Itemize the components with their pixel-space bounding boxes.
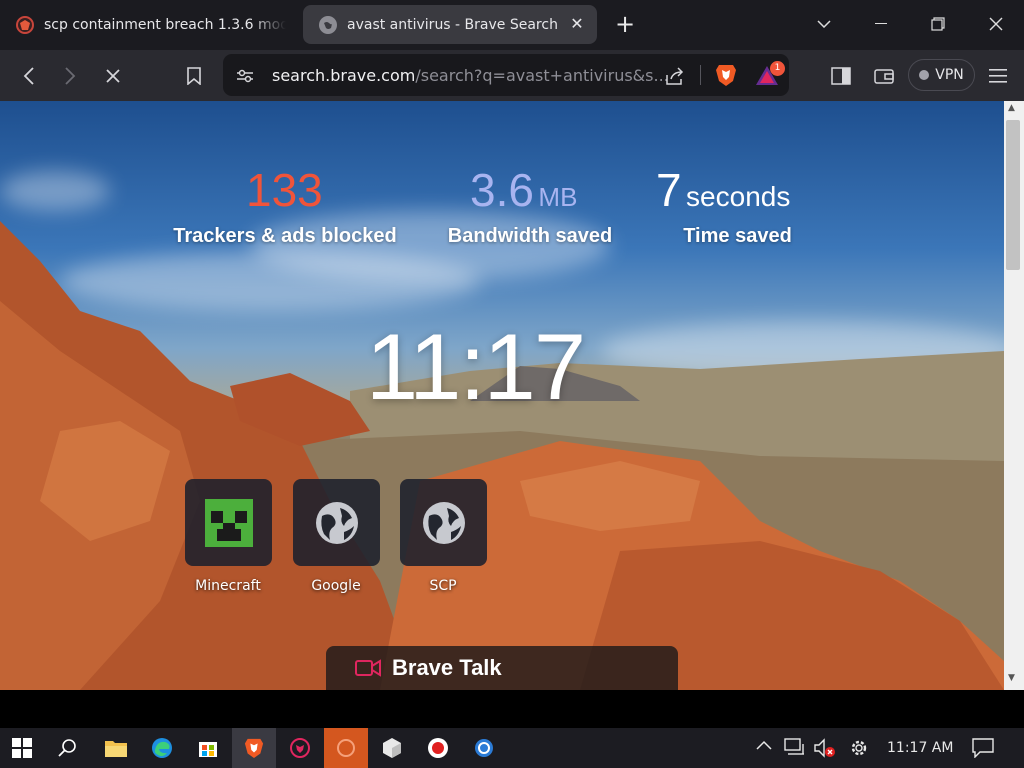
top-site-scp[interactable] [400,479,487,566]
taskbar-store[interactable] [186,728,230,768]
time-unit: seconds [686,181,791,212]
start-button[interactable] [0,728,44,768]
search-button[interactable] [45,728,89,768]
top-site-minecraft[interactable] [185,479,272,566]
new-tab-button[interactable]: + [612,10,638,38]
folder-icon [105,741,127,757]
time-label: Time saved [683,225,792,247]
taskbar-app-cube[interactable] [370,728,414,768]
scroll-down-icon[interactable]: ▼ [1008,673,1015,683]
top-site-label: Minecraft [195,578,261,594]
trackers-label: Trackers & ads blocked [173,225,397,247]
top-site-google[interactable] [293,479,380,566]
trackers-value: 133 [246,164,323,216]
bandwidth-count: 3.6 MB [470,163,577,217]
restore-icon[interactable] [924,10,952,38]
globe-icon [315,501,358,544]
tab-title: avast antivirus - Brave Search [347,16,558,33]
network-icon[interactable] [784,738,806,760]
taskbar-brave[interactable] [232,728,276,768]
clock: 11:17 [365,314,586,419]
forward-icon[interactable] [57,63,83,89]
stop-loading-icon[interactable] [100,63,126,89]
sidebar-icon[interactable] [828,63,854,89]
tab-brave-search[interactable]: avast antivirus - Brave Search ✕ [303,5,597,44]
site-settings-icon[interactable] [232,63,258,89]
taskbar-recorder[interactable] [416,728,460,768]
share-icon[interactable] [662,63,688,89]
cube-icon [383,738,401,758]
top-site-label: SCP [429,578,457,594]
minimize-icon[interactable] [867,10,895,38]
time-value: 7 [656,164,682,216]
edge-icon [152,738,172,758]
brave-favicon-icon [16,15,34,34]
tab-title: scp containment breach 1.3.6 moddb [44,16,286,33]
bandwidth-label: Bandwidth saved [447,225,613,247]
bandwidth-value: 3.6 [470,164,534,216]
video-camera-icon [355,659,381,677]
trackers-count: 133 [246,163,323,217]
screen: scp containment breach 1.3.6 moddb avast… [0,0,1024,768]
bookmark-icon[interactable] [181,63,207,89]
app-icon [337,739,355,757]
url-host: search.brave.com [272,66,416,85]
bandwidth-unit: MB [538,182,578,212]
scrollbar-thumb[interactable] [1006,120,1020,270]
vpn-label: VPN [935,67,964,83]
back-icon[interactable] [16,63,42,89]
tab-search-chevron-icon[interactable] [810,10,838,38]
top-site-label: Google [311,578,361,594]
scroll-up-icon[interactable]: ▲ [1008,103,1015,113]
close-window-icon[interactable] [982,10,1010,38]
settings-gear-icon[interactable] [849,738,869,762]
store-icon [199,742,217,757]
tab-scp[interactable]: scp containment breach 1.3.6 moddb [0,5,296,44]
app-icon [290,738,310,758]
wallet-icon[interactable] [871,63,897,89]
globe-favicon-icon [319,15,337,34]
settings-app-icon [475,739,493,757]
brave-talk-label: Brave Talk [392,655,502,680]
taskbar-file-explorer[interactable] [94,728,138,768]
brave-shields-icon[interactable] [713,62,739,88]
taskbar-clock[interactable]: 11:17 AM [887,740,953,756]
windows-icon [12,738,32,758]
tab-close-icon[interactable]: ✕ [568,15,586,33]
vpn-status-icon [919,70,930,80]
time-count: 7 seconds [656,163,790,217]
brave-icon [244,738,264,758]
rewards-badge: 1 [770,61,785,76]
url-text[interactable]: search.brave.com/search?q=avast+antiviru… [272,66,669,85]
taskbar-app[interactable] [278,728,322,768]
taskbar-edge[interactable] [140,728,184,768]
taskbar-settings[interactable] [462,728,506,768]
record-icon [428,738,448,758]
divider [700,65,701,85]
globe-icon [422,501,465,544]
url-path: /search?q=avast+antivirus&s... [415,66,669,85]
search-icon [58,739,76,757]
notifications-icon[interactable] [972,738,994,762]
page-bottom-band [0,690,1024,728]
vpn-button[interactable]: VPN [908,59,975,91]
volume-muted-icon[interactable] [814,738,836,762]
minecraft-icon [204,498,253,547]
show-hidden-icons[interactable] [756,738,772,754]
menu-icon[interactable] [985,63,1011,89]
taskbar-app-highlighted[interactable] [324,728,368,768]
brave-talk-widget[interactable]: Brave Talk [326,646,678,690]
